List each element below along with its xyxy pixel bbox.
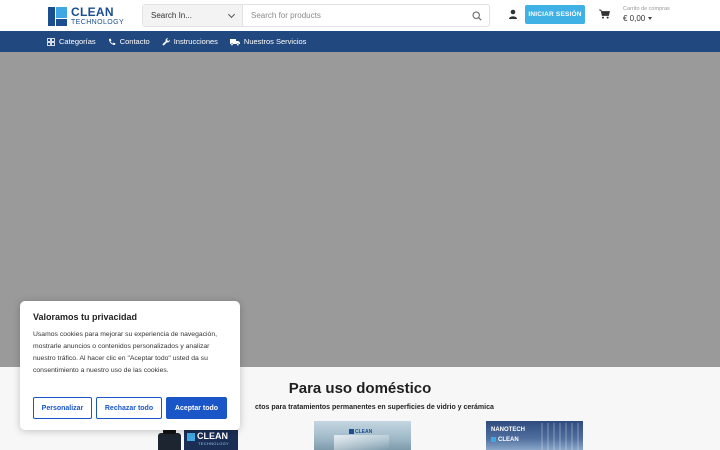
site-header: CLEAN TECHNOLOGY Search In... INICIAR SE… [0,0,720,31]
cookie-title: Valoramos tu privacidad [33,312,138,322]
nav-item-label: Contacto [119,37,150,46]
product-bottle-image [158,429,181,450]
logo-subtitle: TECHNOLOGY [71,19,125,26]
logo-mark-icon [48,6,67,26]
reject-all-button[interactable]: Rechazar todo [96,397,162,419]
search-input[interactable] [243,5,465,26]
grid-icon [47,37,55,46]
product-sublabel: TECHNOLOGY [198,441,230,446]
search-icon [472,10,482,21]
product-box-image: CLEAN TECHNOLOGY [184,430,238,450]
product-label: NANOTECH [491,427,525,433]
accept-all-button[interactable]: Aceptar todo [166,397,227,419]
customize-cookies-button[interactable]: Personalizar [33,397,92,419]
nav-item-categorias[interactable]: Categorías [47,37,96,46]
nav-item-label: Nuestros Servicios [243,37,307,46]
nav-item-servicios[interactable]: Nuestros Servicios [229,37,307,46]
wrench-icon [162,37,170,46]
nav-item-label: Categorías [59,37,96,46]
nav-item-instrucciones[interactable]: Instrucciones [162,37,218,46]
search-button[interactable] [465,5,489,26]
caret-down-icon [648,17,653,20]
nav-item-label: Instrucciones [173,37,218,46]
truck-icon [229,38,240,46]
cart-amount-value: € 0,00 [623,14,646,23]
cart-label: Carrito de compras [623,6,670,12]
chevron-down-icon [227,10,236,19]
section-subtitle: ctos para tratamientos permanentes en su… [255,404,494,411]
nav-item-contacto[interactable]: Contacto [108,37,150,46]
search-category-select[interactable]: Search In... [143,5,243,26]
user-icon[interactable] [508,9,518,19]
product-label: CLEAN [197,431,228,441]
site-logo[interactable]: CLEAN TECHNOLOGY [48,6,124,26]
search-category-label: Search In... [151,11,192,20]
cart-icon[interactable] [599,9,610,19]
cart-total[interactable]: € 0,00 [623,14,653,23]
product-card-3[interactable]: NANOTECH CLEAN [486,421,583,450]
login-button[interactable]: INICIAR SESIÓN [525,5,585,24]
product-sublabel: CLEAN [498,437,519,443]
product-card-2[interactable]: CLEAN [314,421,411,450]
cookie-description: Usamos cookies para mejorar su experienc… [33,331,217,374]
product-label: CLEAN [355,429,373,435]
phone-icon [108,38,116,45]
main-nav: Categorías Contacto Instrucciones Nuestr… [0,31,720,52]
search-bar: Search In... [142,4,490,27]
cookie-consent-dialog: Valoramos tu privacidad Usamos cookies p… [20,301,240,430]
logo-title: CLEAN [71,5,114,19]
